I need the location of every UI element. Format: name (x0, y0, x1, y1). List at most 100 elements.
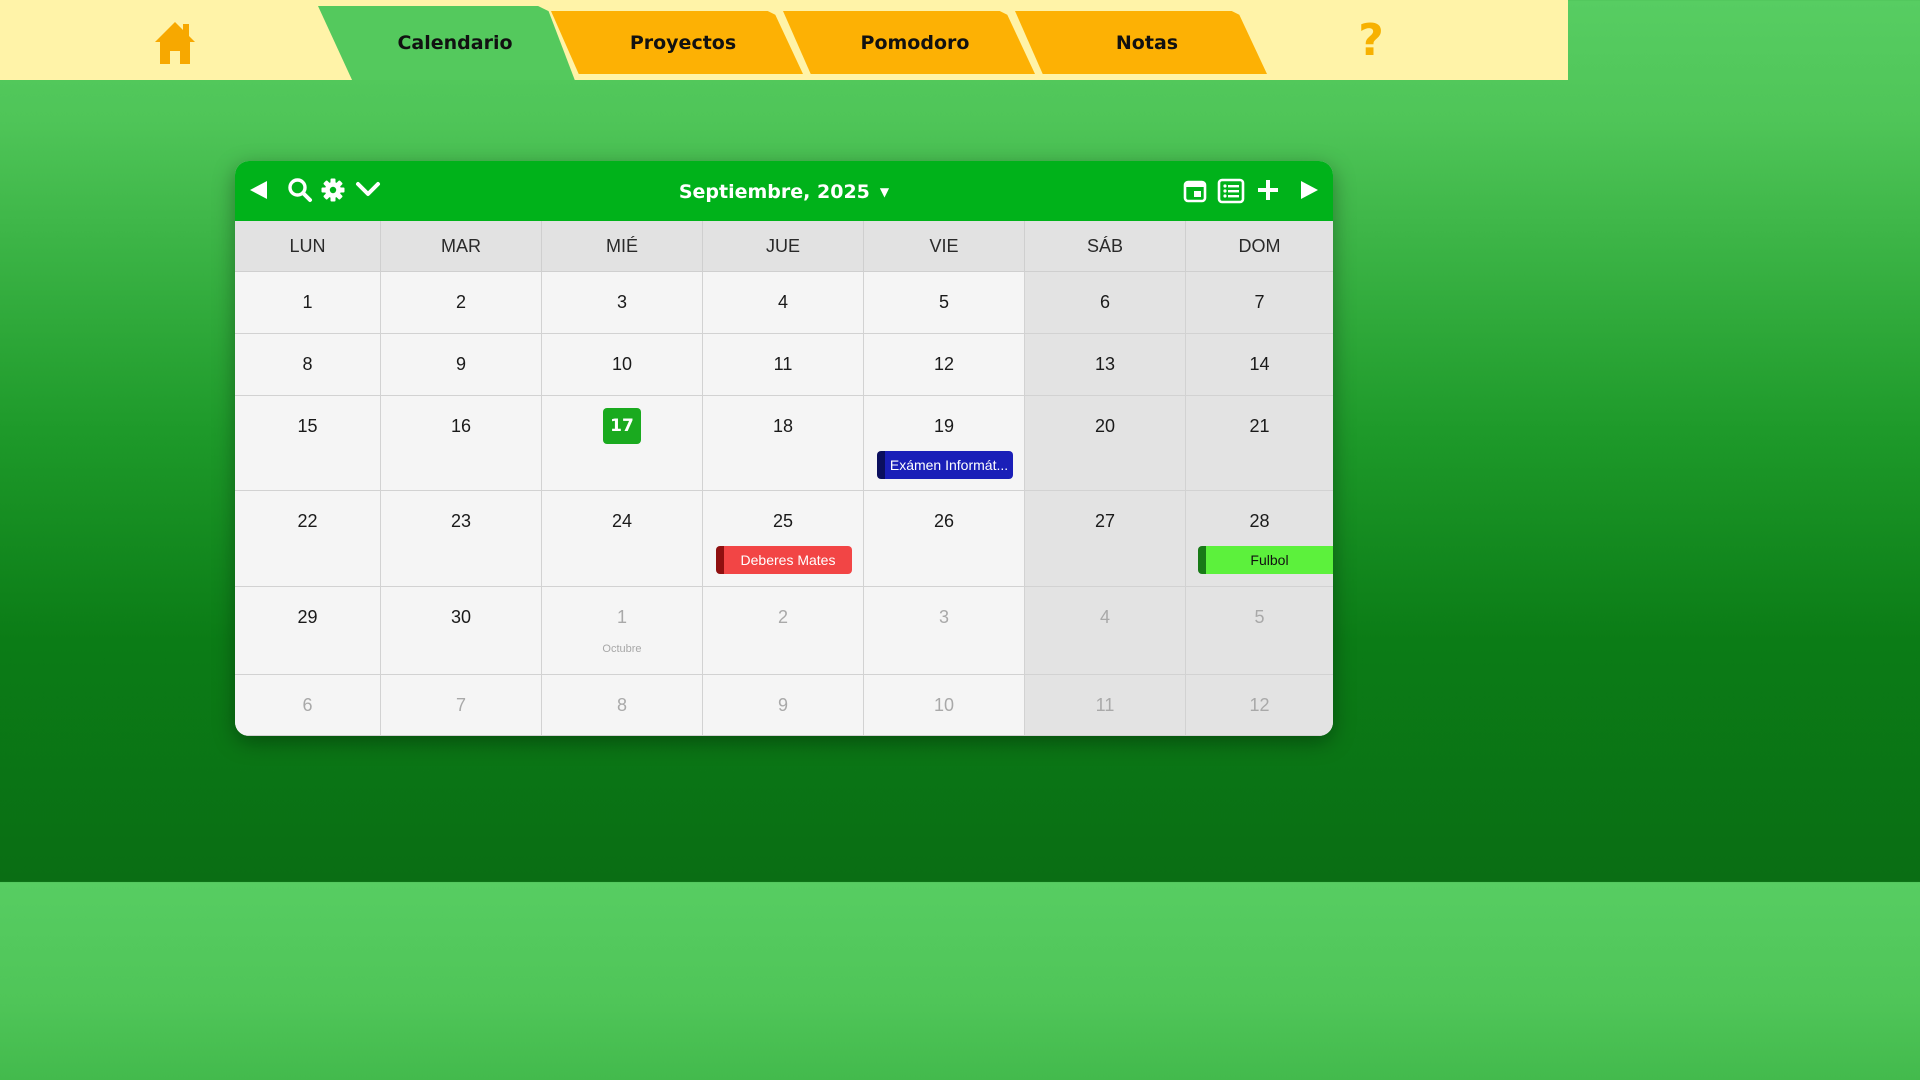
day-cell[interactable]: 9 (381, 334, 542, 396)
day-number: 29 (297, 607, 318, 627)
day-number: 22 (297, 511, 318, 531)
day-number: 1 (302, 292, 313, 312)
day-number: 7 (1254, 292, 1265, 312)
day-cell[interactable]: 3 (542, 272, 703, 334)
home-button[interactable] (150, 18, 200, 68)
list-view-icon[interactable] (1217, 178, 1245, 204)
day-cell[interactable]: 11 (1025, 675, 1186, 736)
day-number: 10 (933, 695, 955, 715)
day-number: 11 (773, 354, 793, 374)
day-cell[interactable]: 9 (703, 675, 864, 736)
day-cell[interactable]: 8 (542, 675, 703, 736)
month-selector[interactable]: Septiembre, 2025 ▼ (235, 181, 1333, 203)
day-cell[interactable]: 8 (235, 334, 381, 396)
day-number: 9 (777, 695, 788, 715)
day-number: 25 (772, 511, 794, 531)
weekday-header: LUN MAR MIÉ JUE VIE SÁB DOM (235, 221, 1333, 272)
day-number: 3 (616, 292, 627, 312)
day-cell[interactable]: 16 (381, 396, 542, 491)
plus-icon[interactable] (1256, 178, 1280, 202)
day-cell[interactable]: 10 (864, 675, 1025, 736)
day-cell[interactable]: 5 (864, 272, 1025, 334)
day-cell[interactable]: 27 (1025, 491, 1186, 587)
day-cell[interactable]: 2 (381, 272, 542, 334)
day-cell[interactable]: 23 (381, 491, 542, 587)
week-row: 15 16 17 18 19 Exámen Informát... 20 21 (235, 396, 1333, 491)
weekday-label: VIE (864, 221, 1025, 272)
day-number: 12 (1249, 695, 1270, 715)
month-title: Septiembre, 2025 (678, 181, 870, 203)
week-row: 22 23 24 25 Deberes Mates 26 27 28 Fulbol (235, 491, 1333, 587)
top-navigation-bar: Calendario Proyectos Pomodoro Notas ? (0, 0, 1568, 80)
tab-calendario[interactable]: Calendario (318, 6, 575, 80)
day-number: 2 (455, 292, 466, 312)
day-number: 19 (933, 416, 955, 436)
tab-proyectos[interactable]: Proyectos (551, 11, 803, 74)
next-arrow-icon[interactable] (1299, 179, 1321, 201)
tab-notas[interactable]: Notas (1015, 11, 1267, 74)
day-cell[interactable]: 6 (1025, 272, 1186, 334)
day-number: 13 (1094, 354, 1116, 374)
calendar-header: Septiembre, 2025 ▼ (235, 161, 1333, 221)
event-chip[interactable]: Deberes Mates (716, 546, 852, 574)
day-cell[interactable]: 12 (1186, 675, 1333, 736)
day-cell[interactable]: 12 (864, 334, 1025, 396)
day-cell[interactable]: 14 (1186, 334, 1333, 396)
day-cell[interactable]: 15 (235, 396, 381, 491)
day-cell[interactable]: 28 Fulbol (1186, 491, 1333, 587)
day-cell[interactable]: 7 (1186, 272, 1333, 334)
weekday-label: MAR (381, 221, 542, 272)
today-marker: 17 (603, 408, 641, 444)
day-number: 5 (1254, 607, 1265, 627)
day-cell[interactable]: 3 (864, 587, 1025, 675)
weekday-label: LUN (235, 221, 381, 272)
day-cell[interactable]: 29 (235, 587, 381, 675)
day-number: 18 (772, 416, 794, 436)
next-month-label: Octubre (602, 643, 642, 655)
day-cell[interactable]: 2 (703, 587, 864, 675)
day-number: 9 (455, 354, 466, 374)
day-cell[interactable]: 19 Exámen Informát... (864, 396, 1025, 491)
day-cell[interactable]: 1 (235, 272, 381, 334)
day-cell[interactable]: 1 Octubre (542, 587, 703, 675)
day-cell[interactable]: 25 Deberes Mates (703, 491, 864, 587)
day-number: 7 (455, 695, 466, 715)
tab-label: Calendario (397, 32, 513, 54)
weekday-label: MIÉ (542, 221, 703, 272)
day-cell[interactable]: 22 (235, 491, 381, 587)
day-cell[interactable]: 17 (542, 396, 703, 491)
day-cell[interactable]: 6 (235, 675, 381, 736)
day-number: 8 (302, 354, 313, 374)
weekday-label: DOM (1238, 236, 1281, 256)
day-number: 16 (450, 416, 472, 436)
day-cell[interactable]: 11 (703, 334, 864, 396)
day-number: 23 (450, 511, 472, 531)
day-number: 14 (1249, 354, 1270, 374)
day-cell[interactable]: 20 (1025, 396, 1186, 491)
day-number: 26 (933, 511, 955, 531)
day-cell[interactable]: 7 (381, 675, 542, 736)
month-view-icon[interactable] (1183, 179, 1207, 203)
event-chip[interactable]: Exámen Informát... (877, 451, 1013, 479)
day-cell[interactable]: 21 (1186, 396, 1333, 491)
day-number: 1 (616, 607, 627, 627)
day-number: 10 (611, 354, 633, 374)
day-cell[interactable]: 5 (1186, 587, 1333, 675)
week-row: 8 9 10 11 12 13 14 (235, 334, 1333, 396)
day-cell[interactable]: 10 (542, 334, 703, 396)
day-number: 8 (616, 695, 627, 715)
day-cell[interactable]: 4 (1025, 587, 1186, 675)
week-row: 6 7 8 9 10 11 12 (235, 675, 1333, 736)
day-number: 21 (1249, 416, 1270, 436)
event-chip[interactable]: Fulbol (1198, 546, 1333, 574)
day-cell[interactable]: 24 (542, 491, 703, 587)
day-cell[interactable]: 4 (703, 272, 864, 334)
tab-label: Proyectos (629, 31, 737, 54)
day-number: 11 (1095, 695, 1115, 715)
day-cell[interactable]: 18 (703, 396, 864, 491)
tab-pomodoro[interactable]: Pomodoro (783, 11, 1035, 74)
help-button[interactable]: ? (1350, 14, 1392, 68)
day-cell[interactable]: 26 (864, 491, 1025, 587)
day-cell[interactable]: 13 (1025, 334, 1186, 396)
day-cell[interactable]: 30 (381, 587, 542, 675)
